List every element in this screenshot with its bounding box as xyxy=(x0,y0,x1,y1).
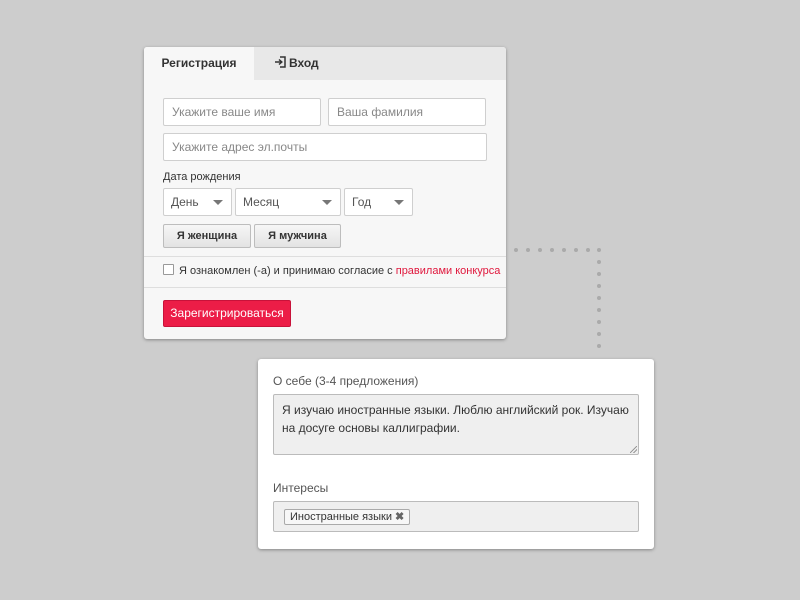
connector-dot xyxy=(574,248,578,252)
birthdate-label: Дата рождения xyxy=(163,171,241,183)
email-input[interactable] xyxy=(163,133,487,161)
connector-dot xyxy=(514,248,518,252)
connector-dot xyxy=(538,248,542,252)
page: Регистрация Вход Дата рождения День Меся… xyxy=(0,0,800,600)
agreement-row: Я ознакомлен (-а) и принимаю согласие с … xyxy=(163,264,500,277)
registration-card: Регистрация Вход Дата рождения День Меся… xyxy=(144,47,506,339)
chevron-down-icon xyxy=(213,200,223,205)
tab-login-label: Вход xyxy=(289,56,319,70)
connector-dot xyxy=(562,248,566,252)
login-arrow-icon xyxy=(274,48,286,68)
register-button[interactable]: Зарегистрироваться xyxy=(163,300,291,327)
month-select-value: Месяц xyxy=(243,195,280,209)
divider xyxy=(144,287,506,288)
first-name-input[interactable] xyxy=(163,98,321,126)
connector-dot xyxy=(597,284,601,288)
connector-dot xyxy=(526,248,530,252)
connector-dot xyxy=(597,296,601,300)
tab-login[interactable]: Вход xyxy=(274,47,354,80)
tab-bar: Регистрация Вход xyxy=(144,47,506,80)
day-select[interactable]: День xyxy=(163,188,232,216)
female-button[interactable]: Я женщина xyxy=(163,224,251,248)
about-card: О себе (3-4 предложения) Я изучаю иностр… xyxy=(258,359,654,549)
about-textarea[interactable]: Я изучаю иностранные языки. Люблю англий… xyxy=(273,394,639,455)
about-text-value: Я изучаю иностранные языки. Люблю англий… xyxy=(282,403,629,435)
interests-label: Интересы xyxy=(273,481,329,495)
connector-dot xyxy=(550,248,554,252)
tab-register[interactable]: Регистрация xyxy=(144,47,254,80)
resize-grip-icon[interactable] xyxy=(630,446,637,453)
about-label: О себе (3-4 предложения) xyxy=(273,374,419,388)
connector-dot xyxy=(586,248,590,252)
contest-rules-link[interactable]: правилами конкурса xyxy=(396,265,501,277)
chevron-down-icon xyxy=(322,200,332,205)
year-select[interactable]: Год xyxy=(344,188,413,216)
male-button[interactable]: Я мужчина xyxy=(254,224,341,248)
connector-dot xyxy=(597,272,601,276)
interests-input[interactable]: Иностранные языки ✖ xyxy=(273,501,639,532)
agreement-text: Я ознакомлен (-а) и принимаю согласие с xyxy=(179,265,396,277)
connector-dot xyxy=(597,344,601,348)
year-select-value: Год xyxy=(352,195,372,209)
connector-dot xyxy=(597,320,601,324)
connector-dot xyxy=(597,308,601,312)
month-select[interactable]: Месяц xyxy=(235,188,341,216)
connector-dot xyxy=(597,332,601,336)
interest-tag: Иностранные языки ✖ xyxy=(284,509,411,525)
agreement-checkbox[interactable] xyxy=(163,264,174,275)
remove-tag-icon[interactable]: ✖ xyxy=(395,511,404,523)
chevron-down-icon xyxy=(394,200,404,205)
connector-dot xyxy=(597,260,601,264)
last-name-input[interactable] xyxy=(328,98,486,126)
connector-dot xyxy=(597,248,601,252)
divider xyxy=(144,256,506,257)
day-select-value: День xyxy=(171,195,199,209)
interest-tag-label: Иностранные языки xyxy=(290,511,392,523)
